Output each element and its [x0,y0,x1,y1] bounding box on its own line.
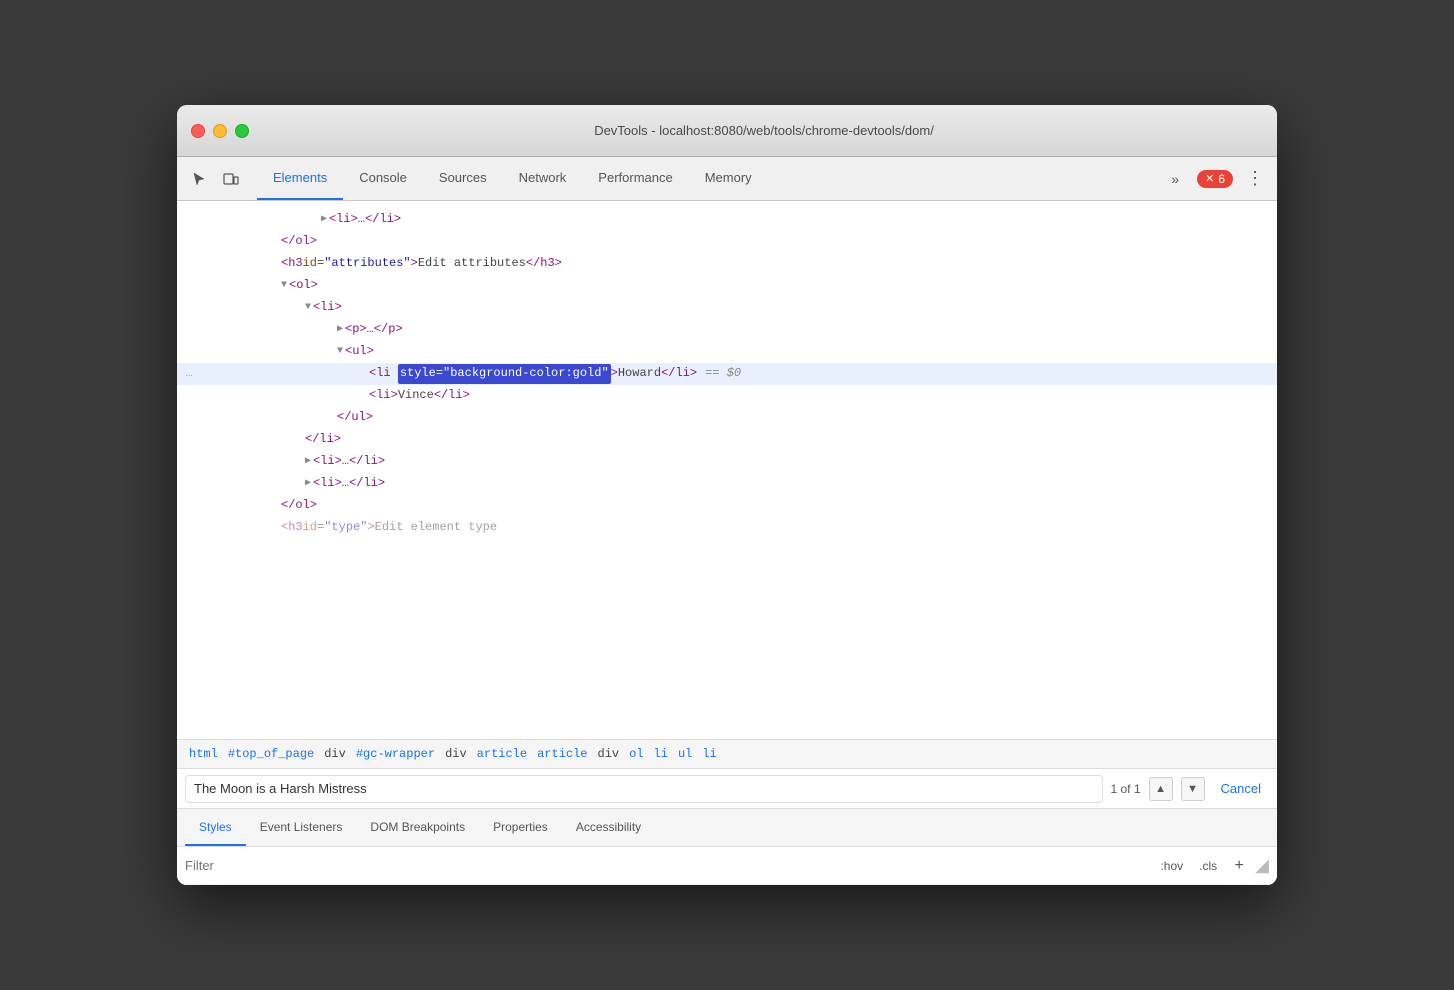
tab-accessibility[interactable]: Accessibility [562,809,655,846]
tab-console[interactable]: Console [343,157,423,200]
triangle-icon[interactable]: ▼ [337,344,343,360]
triangle-icon[interactable]: ▼ [281,278,287,294]
filter-bar: :hov .cls + ◢ [177,847,1277,885]
maximize-button[interactable] [235,124,249,138]
tab-network[interactable]: Network [503,157,583,200]
search-count: 1 of 1 [1111,782,1141,796]
tab-styles[interactable]: Styles [185,809,246,846]
tab-sources[interactable]: Sources [423,157,503,200]
breadcrumb-div2[interactable]: div [441,745,471,763]
cursor-icon-button[interactable] [185,165,213,193]
search-cancel-button[interactable]: Cancel [1213,781,1269,796]
error-badge[interactable]: ✕ 6 [1197,170,1233,188]
dom-line[interactable]: </ol> [177,495,1277,517]
dom-line[interactable]: ▼ <ul> [177,341,1277,363]
tabbar-icons [185,157,245,200]
window-title: DevTools - localhost:8080/web/tools/chro… [265,123,1263,138]
more-options-button[interactable]: ⋮ [1241,165,1269,193]
triangle-icon[interactable]: ▶ [305,454,311,470]
tabbar: Elements Console Sources Network Perform… [177,157,1277,201]
dom-line[interactable]: </ol> [177,231,1277,253]
pseudo-state-button[interactable]: :hov [1154,857,1189,875]
breadcrumb-div1[interactable]: div [320,745,350,763]
main-panel: ▶ <li>…</li> </ol> <h3 id="attributes">E… [177,201,1277,885]
tab-properties[interactable]: Properties [479,809,562,846]
breadcrumb: html #top_of_page div #gc-wrapper div ar… [177,739,1277,769]
dom-line[interactable]: <h3 id="attributes">Edit attributes</h3> [177,253,1277,275]
triangle-icon[interactable]: ▶ [321,212,327,228]
dots: … [177,364,201,383]
error-count: 6 [1218,172,1225,186]
dom-line[interactable]: ▶ <li>…</li> [177,473,1277,495]
dom-line[interactable]: </ul> [177,407,1277,429]
devtools-window: DevTools - localhost:8080/web/tools/chro… [177,105,1277,885]
dom-line[interactable]: ▼ <li> [177,297,1277,319]
dom-line[interactable]: <h3 id="type">Edit element type [177,517,1277,539]
cls-button[interactable]: .cls [1193,857,1223,875]
breadcrumb-top[interactable]: #top_of_page [224,745,318,763]
resize-handle[interactable]: ◢ [1255,855,1269,876]
breadcrumb-li1[interactable]: li [650,745,672,763]
tab-performance[interactable]: Performance [582,157,688,200]
tab-dom-breakpoints[interactable]: DOM Breakpoints [356,809,479,846]
add-style-rule-button[interactable]: + [1227,854,1251,878]
triangle-icon[interactable]: ▶ [305,476,311,492]
search-next-button[interactable]: ▼ [1181,777,1205,801]
triangle-icon[interactable]: ▼ [305,300,311,316]
breadcrumb-article2[interactable]: article [533,745,591,763]
dom-line[interactable]: ▶ <p>…</p> [177,319,1277,341]
dom-line[interactable]: ▶ <li>…</li> [177,209,1277,231]
breadcrumb-ul[interactable]: ul [674,745,696,763]
close-button[interactable] [191,124,205,138]
attr-highlighted: style="background-color:gold" [398,364,611,383]
minimize-button[interactable] [213,124,227,138]
dom-line[interactable]: ▶ <li>…</li> [177,451,1277,473]
selected-dom-line[interactable]: … <li style="background-color:gold" > Ho… [177,363,1277,385]
triangle-icon[interactable]: ▶ [337,322,343,338]
search-prev-button[interactable]: ▲ [1149,777,1173,801]
breadcrumb-li2[interactable]: li [698,745,720,763]
search-bar: 1 of 1 ▲ ▼ Cancel [177,769,1277,809]
dom-tree[interactable]: ▶ <li>…</li> </ol> <h3 id="attributes">E… [177,201,1277,739]
breadcrumb-ol[interactable]: ol [625,745,647,763]
dom-line[interactable]: ▼ <ol> [177,275,1277,297]
device-toggle-button[interactable] [217,165,245,193]
traffic-lights [191,124,249,138]
more-tabs-button[interactable]: » [1161,165,1189,193]
tabbar-right: » ✕ 6 ⋮ [1161,157,1269,200]
breadcrumb-article1[interactable]: article [473,745,531,763]
tab-memory[interactable]: Memory [689,157,768,200]
tab-elements[interactable]: Elements [257,157,343,200]
dom-line[interactable]: </li> [177,429,1277,451]
bottom-tabs: Styles Event Listeners DOM Breakpoints P… [177,809,1277,847]
tab-event-listeners[interactable]: Event Listeners [246,809,357,846]
breadcrumb-div3[interactable]: div [594,745,624,763]
dom-line[interactable]: <li>Vince</li> [177,385,1277,407]
error-icon: ✕ [1205,172,1214,185]
breadcrumb-html[interactable]: html [185,745,222,763]
search-input[interactable] [185,775,1103,803]
filter-input[interactable] [185,858,1150,873]
eq-sign: == $0 [705,364,741,383]
titlebar: DevTools - localhost:8080/web/tools/chro… [177,105,1277,157]
breadcrumb-gc-wrapper[interactable]: #gc-wrapper [352,745,439,763]
